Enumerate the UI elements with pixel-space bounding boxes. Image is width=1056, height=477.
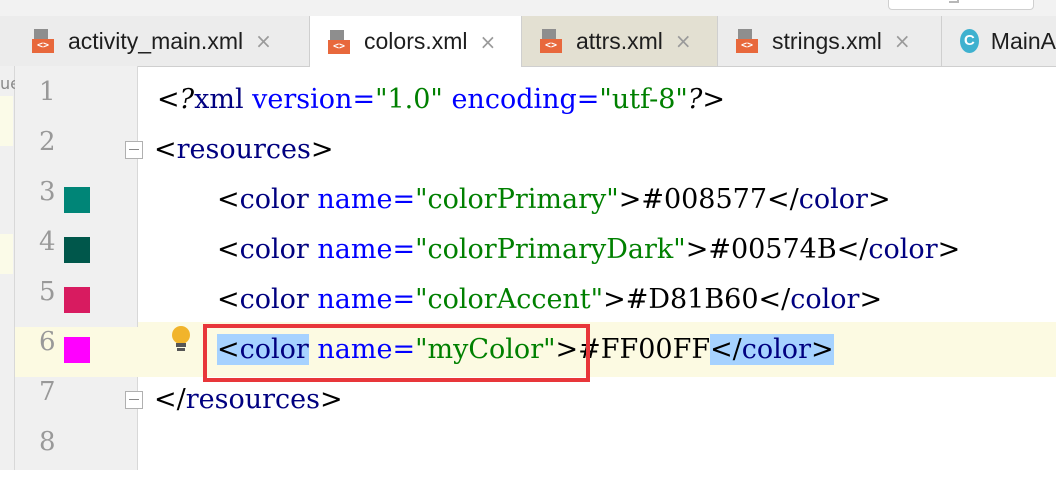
color-swatch-icon[interactable] [64, 287, 90, 313]
code-line-5[interactable]: <color name="colorAccent">#D81B60</color… [217, 284, 882, 315]
close-icon[interactable]: × [480, 30, 497, 54]
tab-strings-xml[interactable]: <> strings.xml × [718, 16, 942, 66]
color-swatch-icon[interactable] [64, 187, 90, 213]
code-line-7[interactable]: </resources> [154, 384, 343, 415]
toolbar-dropdown[interactable] [888, 0, 1034, 10]
top-strip [0, 0, 1056, 16]
tab-label: strings.xml [772, 27, 882, 54]
tab-label: activity_main.xml [68, 27, 244, 54]
code-line-2[interactable]: <resources> [154, 134, 334, 165]
annotation-highlight-box [203, 324, 590, 382]
line-number: 5 [39, 277, 56, 307]
line-number: 2 [39, 127, 56, 157]
code-line-3[interactable]: <color name="colorPrimary">#008577</colo… [217, 184, 891, 215]
class-icon: C [960, 29, 979, 53]
color-swatch-icon[interactable] [64, 337, 90, 363]
xml-file-icon: <> [32, 29, 56, 53]
close-icon[interactable]: × [675, 29, 692, 53]
fold-toggle-icon[interactable] [125, 141, 143, 159]
close-icon[interactable]: × [894, 29, 911, 53]
color-swatch-icon[interactable] [64, 237, 90, 263]
line-number: 8 [39, 427, 56, 457]
line-number: 1 [39, 77, 56, 107]
line-number: 3 [39, 177, 56, 207]
left-tool-strip: ue [0, 66, 20, 470]
tab-label: attrs.xml [576, 27, 663, 54]
xml-file-icon: <> [328, 29, 352, 54]
line-number: 4 [39, 227, 56, 257]
xml-file-icon: <> [736, 29, 760, 53]
code-line-1[interactable]: <?xml version="1.0" encoding="utf-8"?> [157, 84, 725, 115]
lightbulb-icon[interactable] [172, 326, 190, 352]
code-line-4[interactable]: <color name="colorPrimaryDark">#00574B</… [217, 234, 960, 265]
fold-toggle-icon[interactable] [125, 391, 143, 409]
xml-file-icon: <> [540, 29, 564, 53]
tab-label: MainA [990, 27, 1056, 54]
tab-label: colors.xml [364, 28, 468, 54]
editor-tab-bar: <> activity_main.xml × <> colors.xml × <… [0, 16, 1056, 67]
tab-activity-main-xml[interactable]: <> activity_main.xml × [14, 16, 310, 66]
tab-main-activity[interactable]: C MainA [942, 16, 1056, 66]
line-number: 7 [39, 377, 56, 407]
close-icon[interactable]: × [255, 29, 272, 53]
line-number: 6 [39, 327, 56, 357]
tab-colors-xml[interactable]: <> colors.xml × [310, 16, 522, 67]
line-gutter: 1 2 3 4 5 6 7 8 [15, 66, 1056, 470]
tab-attrs-xml[interactable]: <> attrs.xml × [522, 16, 718, 66]
